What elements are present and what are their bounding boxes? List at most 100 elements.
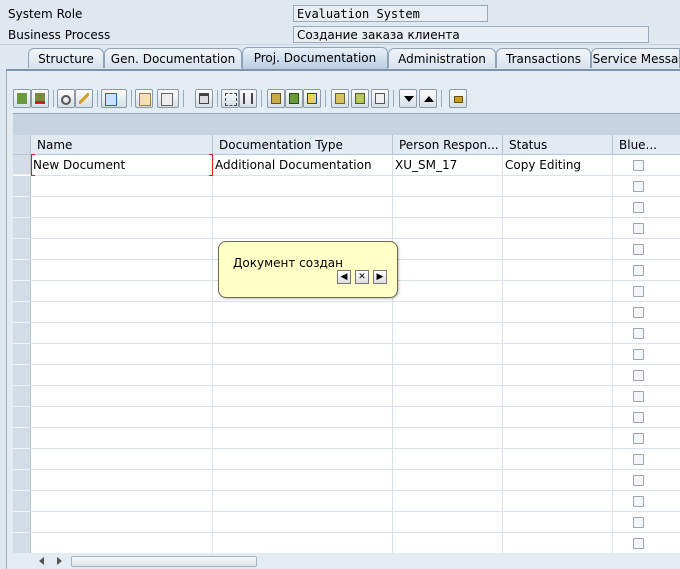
table-cell[interactable] [213,176,393,197]
scroll-thumb[interactable] [71,556,257,567]
table-cell[interactable] [31,533,213,553]
expand-button[interactable] [239,89,257,108]
table-cell[interactable] [31,449,213,470]
table-cell[interactable] [393,197,503,218]
blueprint-checkbox[interactable] [633,475,644,486]
table-cell[interactable] [503,323,613,344]
table-cell[interactable] [613,386,680,407]
table-cell[interactable] [213,386,393,407]
table-cell[interactable] [213,533,393,553]
list-button[interactable] [331,89,349,108]
table-cell[interactable] [503,533,613,553]
table-cell[interactable] [31,260,213,281]
insert-row-button[interactable] [13,89,31,108]
row-selector[interactable] [13,218,31,239]
report-button[interactable] [351,89,369,108]
table-cell[interactable] [503,260,613,281]
table-cell[interactable] [613,491,680,512]
table-cell[interactable] [393,281,503,302]
table-cell[interactable] [393,344,503,365]
display-button[interactable] [57,89,75,108]
blueprint-checkbox[interactable] [633,433,644,444]
table-cell[interactable] [503,218,613,239]
clipboard-menu-button[interactable] [157,89,179,108]
row-selector[interactable] [13,260,31,281]
table-cell[interactable] [393,302,503,323]
table-cell[interactable] [503,407,613,428]
table-cell[interactable] [613,176,680,197]
row-selector[interactable] [13,281,31,302]
row-selector[interactable] [13,407,31,428]
row-selector[interactable] [13,239,31,260]
table-cell[interactable] [503,512,613,533]
table-cell[interactable] [613,407,680,428]
table-cell[interactable] [613,239,680,260]
table-cell[interactable] [393,176,503,197]
paste-button[interactable] [135,89,153,108]
table-cell[interactable] [31,365,213,386]
row-selector[interactable] [13,197,31,218]
blueprint-checkbox[interactable] [633,286,644,297]
row-selector[interactable] [13,302,31,323]
table-cell[interactable] [613,533,680,553]
table-cell[interactable] [613,218,680,239]
table-cell[interactable] [393,218,503,239]
row-selector[interactable] [13,365,31,386]
table-cell[interactable] [31,470,213,491]
table-cell[interactable] [393,260,503,281]
system-role-field[interactable]: Evaluation System [293,5,488,22]
table-cell[interactable] [613,260,680,281]
blueprint-checkbox[interactable] [633,517,644,528]
copy-menu-button[interactable] [101,89,127,108]
table-cell[interactable] [393,512,503,533]
table-cell[interactable] [613,470,680,491]
blueprint-checkbox[interactable] [633,538,644,549]
blueprint-checkbox[interactable] [633,160,644,171]
table-cell[interactable] [393,491,503,512]
row-selector[interactable] [13,533,31,553]
table-cell[interactable] [503,239,613,260]
tab-administration[interactable]: Administration [388,48,496,68]
table-cell[interactable] [31,176,213,197]
column-header-doc-type[interactable]: Documentation Type [213,135,393,155]
row-selector[interactable] [13,512,31,533]
table-cell[interactable] [213,491,393,512]
table-cell[interactable] [213,302,393,323]
table-cell[interactable] [213,323,393,344]
table-cell[interactable] [613,449,680,470]
table-cell[interactable] [503,428,613,449]
export-button[interactable] [303,89,321,108]
column-header-status[interactable]: Status [503,135,613,155]
tab-transactions[interactable]: Transactions [496,48,591,68]
move-down-button[interactable] [399,89,417,108]
table-cell[interactable] [613,512,680,533]
table-cell[interactable] [613,344,680,365]
row-selector[interactable] [13,323,31,344]
table-cell[interactable] [393,470,503,491]
move-up-button[interactable] [419,89,437,108]
row-selector[interactable] [13,386,31,407]
table-cell[interactable] [393,323,503,344]
blueprint-checkbox[interactable] [633,223,644,234]
table-cell[interactable] [213,365,393,386]
table-cell[interactable] [393,533,503,553]
table-cell[interactable] [393,407,503,428]
blueprint-checkbox[interactable] [633,349,644,360]
table-cell[interactable] [503,344,613,365]
table-cell[interactable] [31,344,213,365]
scroll-left-icon[interactable] [39,557,44,565]
row-selector[interactable] [13,344,31,365]
popup-next-button[interactable]: ▶ [373,270,387,284]
lock-button[interactable] [449,89,467,108]
table-cell[interactable] [503,365,613,386]
table-cell[interactable] [503,491,613,512]
table-cell[interactable] [31,197,213,218]
blueprint-checkbox[interactable] [633,370,644,381]
horizontal-scrollbar[interactable] [7,555,680,569]
blueprint-checkbox[interactable] [633,454,644,465]
table-cell[interactable] [393,386,503,407]
table-cell[interactable] [213,428,393,449]
cell-person[interactable]: XU_SM_17 [393,155,503,176]
table-cell[interactable] [613,323,680,344]
column-header-blueprint[interactable]: Blue... [613,135,680,155]
